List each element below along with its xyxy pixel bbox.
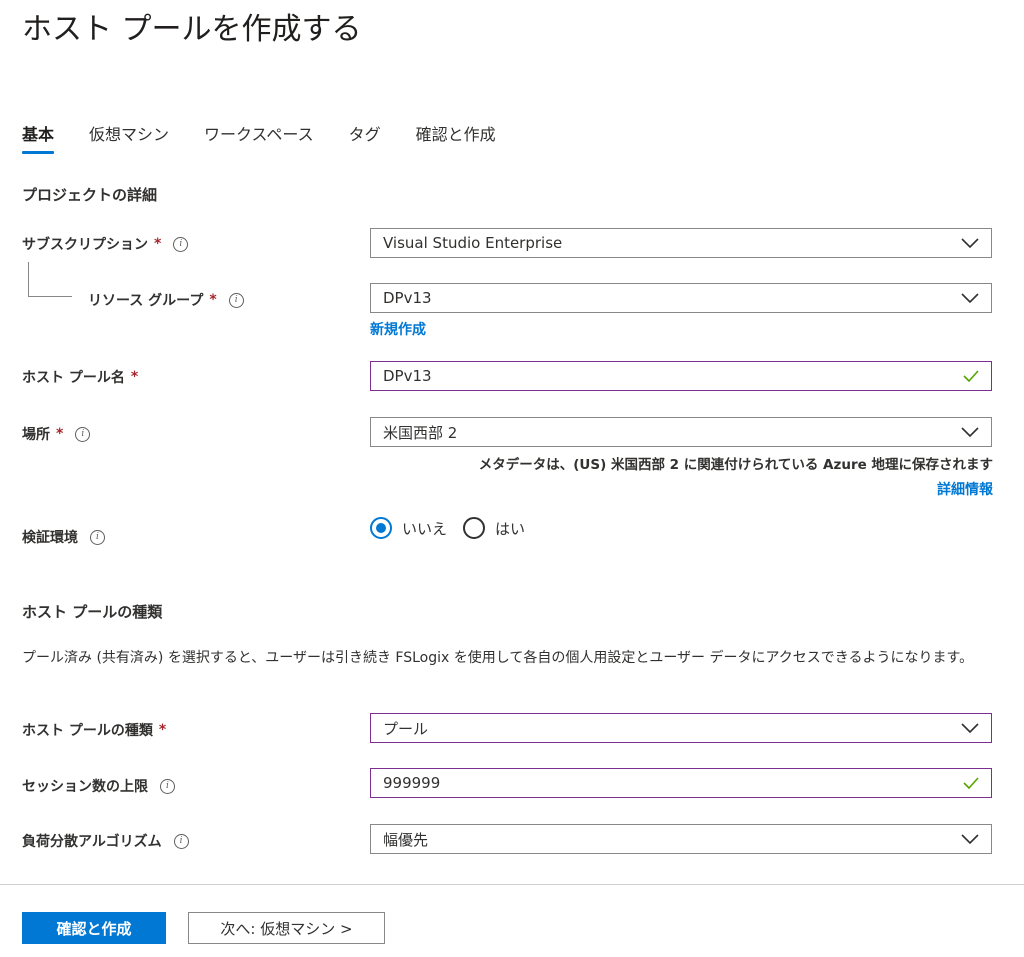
- load-balancing-dropdown[interactable]: 幅優先: [370, 824, 992, 854]
- host-pool-type-label-text: ホスト プールの種類: [22, 723, 153, 739]
- host-pool-type-value: プール: [383, 719, 429, 738]
- radio-selected-dot: [376, 523, 386, 533]
- radio-no-label[interactable]: いいえ: [402, 518, 447, 539]
- resource-group-dropdown[interactable]: DPv13: [370, 283, 992, 313]
- location-value: 米国西部 2: [383, 423, 458, 442]
- radio-yes[interactable]: [463, 517, 486, 539]
- chevron-down-icon: [961, 834, 979, 845]
- page-title: ホスト プールを作成する: [22, 12, 362, 47]
- max-sessions-label-text: セッション数の上限: [22, 779, 148, 795]
- info-icon[interactable]: i: [90, 529, 105, 545]
- max-sessions-label: セッション数の上限 i: [22, 776, 175, 796]
- location-label: 場所 * i: [22, 424, 91, 444]
- host-pool-type-description: プール済み (共有済み) を選択すると、ユーザーは引き続き FSLogix を使…: [22, 650, 974, 666]
- subscription-value: Visual Studio Enterprise: [383, 234, 563, 252]
- host-pool-name-input[interactable]: DPv13: [370, 361, 992, 391]
- radio-yes-label[interactable]: はい: [495, 518, 525, 539]
- checkmark-icon: [963, 370, 979, 382]
- chevron-down-icon: [961, 427, 979, 438]
- resource-group-label: リソース グループ * i: [88, 290, 244, 310]
- location-metadata-note: メタデータは、(US) 米国西部 2 に関連付けられている Azure 地理に保…: [478, 457, 993, 473]
- radio-no[interactable]: [370, 517, 392, 539]
- tab-virtual-machines[interactable]: 仮想マシン: [89, 122, 169, 154]
- max-sessions-input[interactable]: 999999: [370, 768, 992, 798]
- tree-connector-horizontal: [28, 296, 72, 297]
- validation-env-label-text: 検証環境: [22, 530, 78, 546]
- tab-tags[interactable]: タグ: [349, 122, 381, 154]
- required-marker: *: [158, 722, 167, 738]
- info-icon[interactable]: i: [173, 833, 189, 849]
- validation-env-label: 検証環境 i: [22, 527, 105, 547]
- host-pool-type-label: ホスト プールの種類 *: [22, 720, 166, 740]
- info-icon[interactable]: i: [173, 236, 189, 252]
- location-label-text: 場所: [22, 427, 50, 443]
- info-icon[interactable]: i: [228, 292, 244, 308]
- host-pool-name-label: ホスト プール名 *: [22, 367, 138, 387]
- tab-review-create[interactable]: 確認と作成: [416, 122, 496, 154]
- checkmark-icon: [963, 777, 979, 789]
- resource-group-value: DPv13: [383, 289, 432, 307]
- project-details-heading: プロジェクトの詳細: [22, 186, 158, 204]
- host-pool-name-value: DPv13: [383, 367, 432, 385]
- location-dropdown[interactable]: 米国西部 2: [370, 417, 992, 447]
- host-pool-name-label-text: ホスト プール名: [22, 370, 125, 386]
- load-balancing-value: 幅優先: [383, 830, 429, 849]
- footer-divider: [0, 884, 1024, 885]
- create-new-link[interactable]: 新規作成: [370, 319, 426, 339]
- host-pool-type-heading: ホスト プールの種類: [22, 603, 163, 621]
- required-marker: *: [209, 292, 217, 308]
- required-marker: *: [56, 426, 64, 442]
- subscription-label-text: サブスクリプション: [22, 237, 148, 253]
- review-create-button[interactable]: 確認と作成: [22, 912, 166, 944]
- subscription-label: サブスクリプション * i: [22, 234, 189, 254]
- tab-bar: 基本 仮想マシン ワークスペース タグ 確認と作成: [22, 122, 531, 158]
- next-vm-button[interactable]: 次へ: 仮想マシン >: [188, 912, 385, 944]
- required-marker: *: [154, 236, 162, 252]
- tree-connector-vertical: [28, 262, 29, 296]
- info-icon[interactable]: i: [75, 426, 91, 442]
- load-balancing-label: 負荷分散アルゴリズム i: [22, 831, 189, 851]
- host-pool-type-dropdown[interactable]: プール: [370, 713, 992, 743]
- learn-more-link[interactable]: 詳細情報: [937, 479, 993, 499]
- load-balancing-label-text: 負荷分散アルゴリズム: [22, 834, 162, 850]
- tab-basics[interactable]: 基本: [10, 122, 66, 154]
- validation-env-radio-group: いいえ はい: [370, 517, 525, 539]
- tab-workspace[interactable]: ワークスペース: [204, 122, 314, 154]
- max-sessions-value: 999999: [383, 774, 441, 792]
- required-marker: *: [130, 369, 139, 385]
- subscription-dropdown[interactable]: Visual Studio Enterprise: [370, 228, 992, 258]
- chevron-down-icon: [961, 238, 979, 249]
- resource-group-label-text: リソース グループ: [88, 293, 204, 309]
- chevron-down-icon: [961, 293, 979, 304]
- info-icon[interactable]: i: [160, 778, 175, 794]
- chevron-down-icon: [961, 723, 979, 734]
